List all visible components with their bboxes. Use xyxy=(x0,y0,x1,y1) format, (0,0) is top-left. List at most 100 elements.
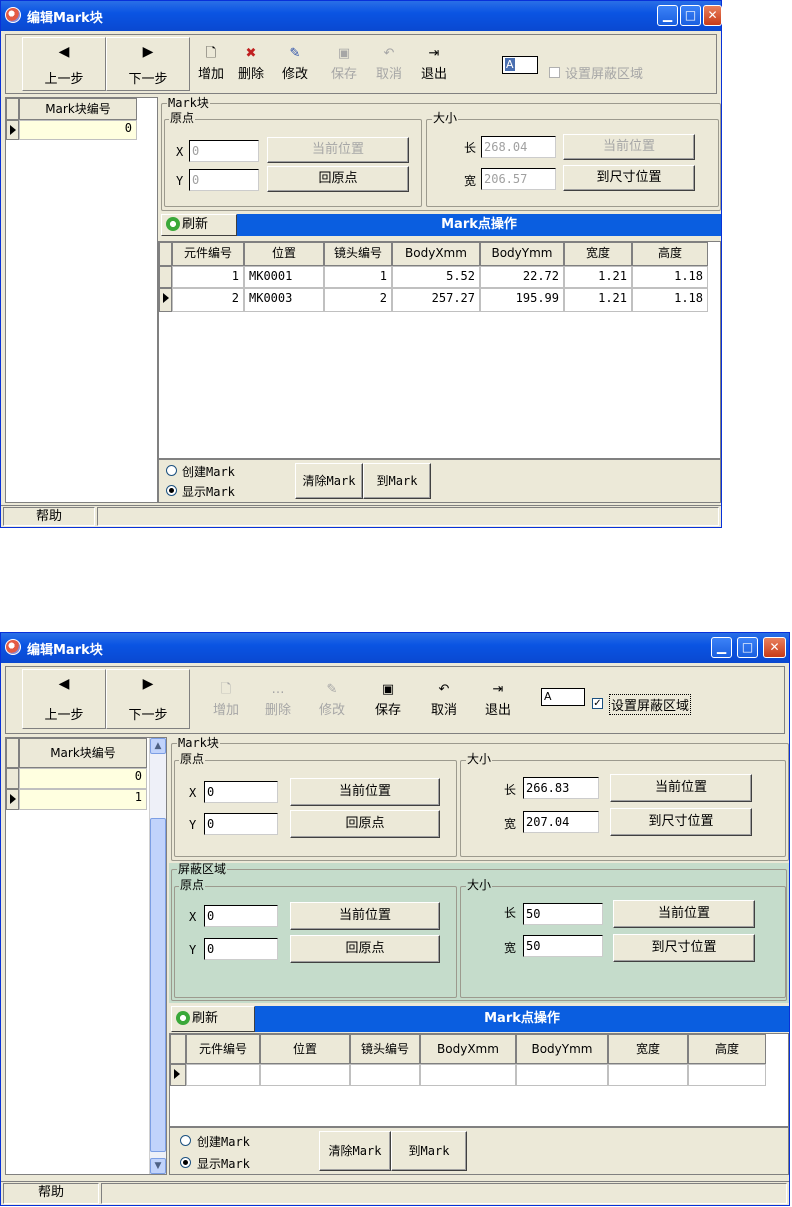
clear-mark-button[interactable]: 清除Mark xyxy=(295,463,363,499)
col-header[interactable]: 高度 xyxy=(688,1034,766,1064)
row-selector[interactable] xyxy=(159,288,172,312)
row-selector[interactable] xyxy=(170,1064,186,1086)
cancel-button[interactable]: ↶ 取消 xyxy=(369,45,409,82)
close-button[interactable]: ✕ xyxy=(703,5,722,26)
exit-button[interactable]: ⇥ 退出 xyxy=(414,45,454,82)
refresh-button[interactable]: 刷新 xyxy=(171,1006,255,1032)
table-cell[interactable] xyxy=(350,1064,420,1086)
width-input[interactable]: 206.57 xyxy=(481,168,556,190)
save-button[interactable]: ▣ 保存 xyxy=(324,45,364,82)
table-cell[interactable] xyxy=(186,1064,260,1086)
mask-width-input[interactable]: 50 xyxy=(523,935,603,957)
mark-point-table[interactable]: 元件编号 位置 镜头编号 BodyXmm BodyYmm 宽度 高度 xyxy=(169,1033,789,1127)
prev-step-button[interactable]: ◀ 上一步 xyxy=(22,669,106,729)
title-bar[interactable]: 编辑Mark块 ▁ □ ✕ xyxy=(1,1,722,31)
back-to-origin-button[interactable]: 回原点 xyxy=(290,810,440,838)
table-cell[interactable]: 1.21 xyxy=(564,288,632,312)
add-button[interactable]: 🗋 增加 xyxy=(191,45,231,82)
length-input[interactable]: 266.83 xyxy=(523,777,599,799)
minimize-button[interactable]: ▁ xyxy=(657,5,678,26)
scroll-down-button[interactable]: ▼ xyxy=(150,1158,166,1174)
help-panel[interactable]: 帮助 xyxy=(3,1183,99,1204)
origin-y-input[interactable]: 0 xyxy=(204,813,278,835)
show-mark-radio[interactable] xyxy=(180,1157,191,1168)
row-selector[interactable] xyxy=(6,768,19,789)
current-position-button[interactable]: 当前位置 xyxy=(267,137,409,163)
col-header[interactable]: 宽度 xyxy=(564,242,632,266)
size-current-position-button[interactable]: 当前位置 xyxy=(610,774,752,802)
add-button[interactable]: 🗋 增加 xyxy=(206,681,246,718)
mask-area-checkbox[interactable]: ✓ xyxy=(592,698,603,709)
mask-size-current-position-button[interactable]: 当前位置 xyxy=(613,900,755,928)
scroll-up-button[interactable]: ▲ xyxy=(150,738,166,754)
col-header[interactable]: 位置 xyxy=(244,242,324,266)
col-header[interactable]: BodyXmm xyxy=(392,242,480,266)
edit-button[interactable]: ✎ 修改 xyxy=(312,681,352,718)
width-input[interactable]: 207.04 xyxy=(523,811,599,833)
table-cell[interactable] xyxy=(516,1064,608,1086)
edit-button[interactable]: ✎ 修改 xyxy=(275,45,315,82)
maximize-button[interactable]: □ xyxy=(737,637,758,658)
table-cell[interactable]: 195.99 xyxy=(480,288,564,312)
table-cell[interactable]: 5.52 xyxy=(392,266,480,288)
col-header[interactable]: 元件编号 xyxy=(186,1034,260,1064)
font-select-box[interactable]: A xyxy=(502,56,538,74)
row-selector[interactable] xyxy=(6,120,19,140)
col-header[interactable]: 宽度 xyxy=(608,1034,688,1064)
scroll-thumb[interactable] xyxy=(150,818,166,1152)
close-button[interactable]: ✕ xyxy=(763,637,786,658)
origin-x-input[interactable]: 0 xyxy=(204,781,278,803)
mark-block-grid[interactable]: Mark块编号 0 1 ▲ ▼ xyxy=(5,737,167,1175)
mask-back-to-origin-button[interactable]: 回原点 xyxy=(290,935,440,963)
mask-origin-y-input[interactable]: 0 xyxy=(204,938,278,960)
col-header[interactable]: 元件编号 xyxy=(172,242,244,266)
table-cell[interactable]: MK0001 xyxy=(244,266,324,288)
mark-block-number-cell[interactable]: 0 xyxy=(19,120,137,140)
col-header[interactable]: BodyYmm xyxy=(480,242,564,266)
mask-length-input[interactable]: 50 xyxy=(523,903,603,925)
size-current-position-button[interactable]: 当前位置 xyxy=(563,134,695,160)
exit-button[interactable]: ⇥ 退出 xyxy=(478,681,518,718)
save-button[interactable]: ▣ 保存 xyxy=(368,681,408,718)
delete-button[interactable]: … 删除 xyxy=(258,681,298,718)
col-header[interactable]: 镜头编号 xyxy=(324,242,392,266)
origin-y-input[interactable]: 0 xyxy=(189,169,259,191)
delete-button[interactable]: ✖ 删除 xyxy=(231,45,271,82)
table-cell[interactable]: 1.18 xyxy=(632,288,708,312)
back-to-origin-button[interactable]: 回原点 xyxy=(267,166,409,192)
row-selector[interactable] xyxy=(6,789,19,810)
vertical-scrollbar[interactable]: ▲ ▼ xyxy=(149,738,166,1174)
origin-x-input[interactable]: 0 xyxy=(189,140,259,162)
clear-mark-button[interactable]: 清除Mark xyxy=(319,1131,391,1171)
mark-block-number-cell[interactable]: 1 xyxy=(19,789,147,810)
table-cell[interactable]: 2 xyxy=(324,288,392,312)
table-cell[interactable] xyxy=(420,1064,516,1086)
table-cell[interactable]: 1 xyxy=(172,266,244,288)
next-step-button[interactable]: ▶ 下一步 xyxy=(106,37,190,91)
col-header[interactable]: BodyXmm xyxy=(420,1034,516,1064)
maximize-button[interactable]: □ xyxy=(680,5,701,26)
cancel-button[interactable]: ↶ 取消 xyxy=(424,681,464,718)
mark-block-number-cell[interactable]: 0 xyxy=(19,768,147,789)
title-bar[interactable]: 编辑Mark块 ▁ □ ✕ xyxy=(1,633,789,663)
minimize-button[interactable]: ▁ xyxy=(711,637,732,658)
mark-block-grid[interactable]: Mark块编号 0 xyxy=(5,97,158,503)
table-cell[interactable]: 1.21 xyxy=(564,266,632,288)
refresh-button[interactable]: 刷新 xyxy=(161,214,237,236)
prev-step-button[interactable]: ◀ 上一步 xyxy=(22,37,106,91)
mark-point-table[interactable]: 元件编号 位置 镜头编号 BodyXmm BodyYmm 宽度 高度 1 MK0… xyxy=(158,241,721,459)
table-cell[interactable]: 257.27 xyxy=(392,288,480,312)
font-select-box[interactable]: A xyxy=(541,688,585,706)
col-header[interactable]: 镜头编号 xyxy=(350,1034,420,1064)
table-cell[interactable] xyxy=(260,1064,350,1086)
col-header[interactable]: BodyYmm xyxy=(516,1034,608,1064)
table-cell[interactable]: 1 xyxy=(324,266,392,288)
mask-origin-x-input[interactable]: 0 xyxy=(204,905,278,927)
show-mark-radio[interactable] xyxy=(166,485,177,496)
table-cell[interactable]: 2 xyxy=(172,288,244,312)
mask-current-position-button[interactable]: 当前位置 xyxy=(290,902,440,930)
to-size-position-button[interactable]: 到尺寸位置 xyxy=(563,165,695,191)
create-mark-radio[interactable] xyxy=(180,1135,191,1146)
length-input[interactable]: 268.04 xyxy=(481,136,556,158)
to-size-position-button[interactable]: 到尺寸位置 xyxy=(610,808,752,836)
